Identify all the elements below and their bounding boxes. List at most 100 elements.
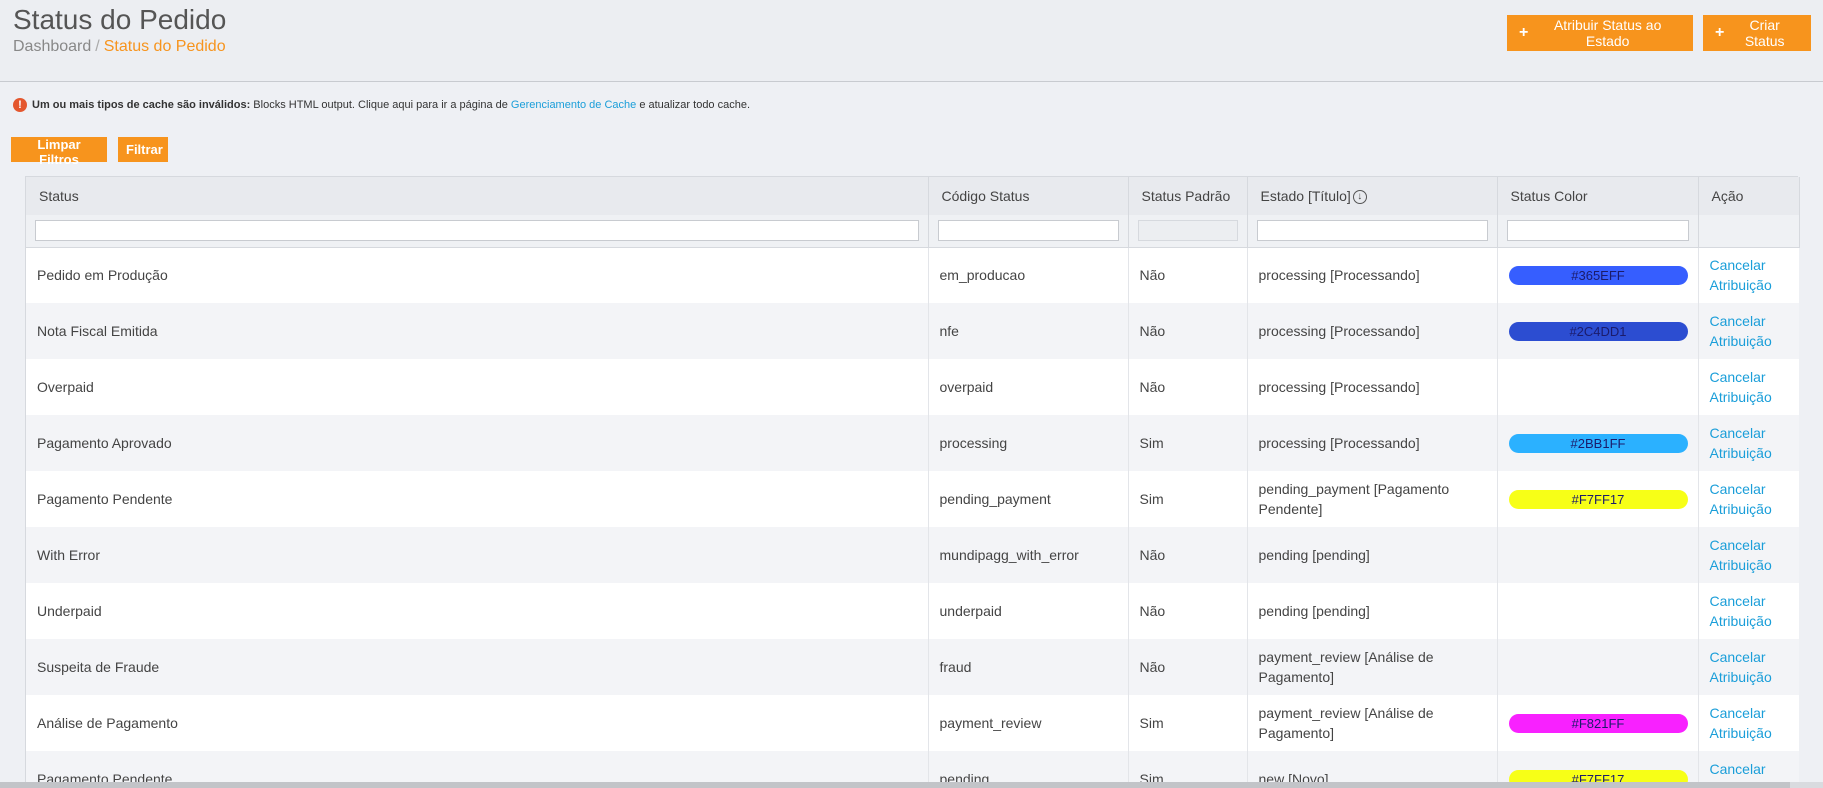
color-cell	[1497, 359, 1699, 415]
cancel-assignment-label: Cancelar	[1709, 369, 1766, 385]
state-cell: processing [Processando]	[1247, 359, 1498, 415]
warning-icon: !	[13, 98, 27, 112]
state-cell: processing [Processando]	[1247, 247, 1498, 303]
breadcrumb-dashboard[interactable]: Dashboard	[13, 38, 91, 55]
cache-warning-bold: Um ou mais tipos de cache são inválidos:	[32, 99, 251, 111]
status-cell: Pagamento Pendente	[26, 471, 929, 527]
action-cell: Cancelar Atribuição	[1698, 303, 1799, 359]
filter-button[interactable]: Filtrar	[118, 137, 168, 162]
table-row[interactable]: Nota Fiscal Emitida nfe Não processing [Pro…	[26, 303, 1799, 359]
code-cell: pending_payment	[928, 471, 1129, 527]
code-cell: underpaid	[928, 583, 1129, 639]
status-cell: Pagamento Aprovado	[26, 415, 929, 471]
color-cell: #F7FF17	[1497, 471, 1699, 527]
color-cell: #2BB1FF	[1497, 415, 1699, 471]
table-row[interactable]: Underpaid underpaid Não pending [pending] Ca…	[26, 583, 1799, 639]
cancel-assignment-link[interactable]: Cancelar Atribuição	[1710, 423, 1772, 463]
status-cell: Suspeita de Fraude	[26, 639, 929, 695]
cancel-assignment-label-2: Atribuição	[1709, 501, 1772, 517]
cancel-assignment-link[interactable]: Cancelar Atribuição	[1710, 479, 1772, 519]
cache-management-link[interactable]: Gerenciamento de Cache	[511, 99, 636, 111]
status-filter-input[interactable]	[35, 220, 919, 242]
status-cell: Nota Fiscal Emitida	[26, 303, 929, 359]
cancel-assignment-label-2: Atribuição	[1709, 725, 1772, 741]
action-cell: Cancelar Atribuição	[1698, 415, 1799, 471]
state-cell: processing [Processando]	[1247, 303, 1498, 359]
default-cell: Não	[1128, 639, 1248, 695]
cancel-assignment-link[interactable]: Cancelar Atribuição	[1710, 703, 1772, 743]
table-row[interactable]: Overpaid overpaid Não processing [Processan…	[26, 359, 1799, 415]
table-row[interactable]: Análise de Pagamento payment_review Sim pay…	[26, 695, 1799, 751]
state-cell: payment_review [Análise de Pagamento]	[1247, 639, 1498, 695]
column-header-action: Ação	[1698, 177, 1800, 215]
action-cell: Cancelar Atribuição	[1698, 527, 1799, 583]
default-cell: Não	[1128, 303, 1248, 359]
cancel-assignment-link[interactable]: Cancelar Atribuição	[1710, 311, 1772, 351]
status-cell: Overpaid	[26, 359, 929, 415]
table-row[interactable]: With Error mundipagg_with_error Não pending…	[26, 527, 1799, 583]
table-row[interactable]: Pedido em Produção em_producao Não processi…	[26, 247, 1799, 303]
cancel-assignment-link[interactable]: Cancelar Atribuição	[1710, 367, 1772, 407]
clear-filters-button[interactable]: Limpar Filtros	[11, 137, 107, 167]
default-cell: Não	[1128, 583, 1248, 639]
color-cell	[1497, 583, 1699, 639]
code-cell: mundipagg_with_error	[928, 527, 1129, 583]
state-cell: pending [pending]	[1247, 527, 1498, 583]
state-cell: pending_payment [Pagamento Pendente]	[1247, 471, 1498, 527]
cancel-assignment-label-2: Atribuição	[1709, 445, 1772, 461]
column-header-status[interactable]: Status	[26, 177, 929, 215]
default-cell: Sim	[1128, 415, 1248, 471]
assign-status-label: Atribuir Status ao Estado	[1553, 17, 1662, 49]
state-filter-input[interactable]	[1256, 220, 1488, 242]
cancel-assignment-label-2: Atribuição	[1709, 277, 1772, 294]
breadcrumb-separator: /	[95, 38, 100, 55]
state-cell: payment_review [Análise de Pagamento]	[1247, 695, 1498, 751]
code-cell: em_producao	[928, 247, 1129, 303]
create-status-button[interactable]: + Criar Status	[1703, 15, 1811, 51]
color-filter-input[interactable]	[1506, 220, 1689, 242]
action-cell: Cancelar Atribuição	[1698, 471, 1799, 527]
color-swatch: #F821FF	[1508, 713, 1688, 733]
cancel-assignment-label: Cancelar	[1709, 705, 1766, 721]
cancel-assignment-link[interactable]: Cancelar Atribuição	[1710, 647, 1772, 687]
breadcrumb: Dashboard / Status do Pedido	[13, 38, 226, 56]
color-swatch: #2C4DD1	[1508, 321, 1688, 341]
color-swatch: #2BB1FF	[1508, 433, 1688, 453]
action-cell: Cancelar Atribuição	[1698, 583, 1799, 639]
table-row[interactable]: Suspeita de Fraude fraud Não payment_review…	[26, 639, 1799, 695]
color-cell: #365EFF	[1497, 247, 1699, 303]
cancel-assignment-link[interactable]: Cancelar Atribuição	[1710, 535, 1772, 575]
action-cell: Cancelar Atribuição	[1698, 639, 1799, 695]
table-row[interactable]: Pagamento Aprovado processing Sim processin…	[26, 415, 1799, 471]
cancel-assignment-label: Cancelar	[1709, 313, 1766, 329]
cancel-assignment-label-2: Atribuição	[1709, 389, 1772, 405]
cancel-assignment-label: Cancelar	[1709, 537, 1766, 553]
create-status-label: Criar Status	[1744, 17, 1785, 49]
code-cell: nfe	[928, 303, 1129, 359]
default-cell: Sim	[1128, 471, 1248, 527]
assign-status-button[interactable]: + Atribuir Status ao Estado	[1507, 15, 1693, 51]
table-row[interactable]: Pagamento Pendente pending_payment Sim pend…	[26, 471, 1799, 527]
code-filter-input[interactable]	[937, 220, 1119, 242]
table-body: Pedido em Produção em_producao Não processi…	[26, 247, 1799, 788]
horizontal-scrollbar[interactable]	[0, 782, 1823, 788]
color-cell: #2C4DD1	[1497, 303, 1699, 359]
column-header-code[interactable]: Código Status	[928, 177, 1129, 215]
column-header-state[interactable]: Estado [Título] ↓	[1247, 177, 1498, 215]
cache-warning-message: ! Um ou mais tipos de cache são inválido…	[13, 98, 750, 112]
color-swatch: #F7FF17	[1508, 489, 1688, 509]
color-cell	[1497, 527, 1699, 583]
cache-warning-text-end: e atualizar todo cache.	[636, 99, 751, 111]
cancel-assignment-link[interactable]: Cancelar Atribuição	[1710, 591, 1772, 631]
code-cell: processing	[928, 415, 1129, 471]
cancel-assignment-label: Cancelar	[1709, 761, 1766, 777]
default-filter-input	[1137, 220, 1238, 242]
column-header-color[interactable]: Status Color	[1497, 177, 1699, 215]
code-cell: payment_review	[928, 695, 1129, 751]
default-cell: Não	[1128, 527, 1248, 583]
color-swatch: #365EFF	[1508, 265, 1688, 285]
state-cell: pending [pending]	[1247, 583, 1498, 639]
cancel-assignment-link[interactable]: Cancelar Atribuição	[1710, 255, 1772, 295]
column-header-default[interactable]: Status Padrão	[1128, 177, 1248, 215]
scrollbar-thumb[interactable]	[0, 782, 1790, 788]
